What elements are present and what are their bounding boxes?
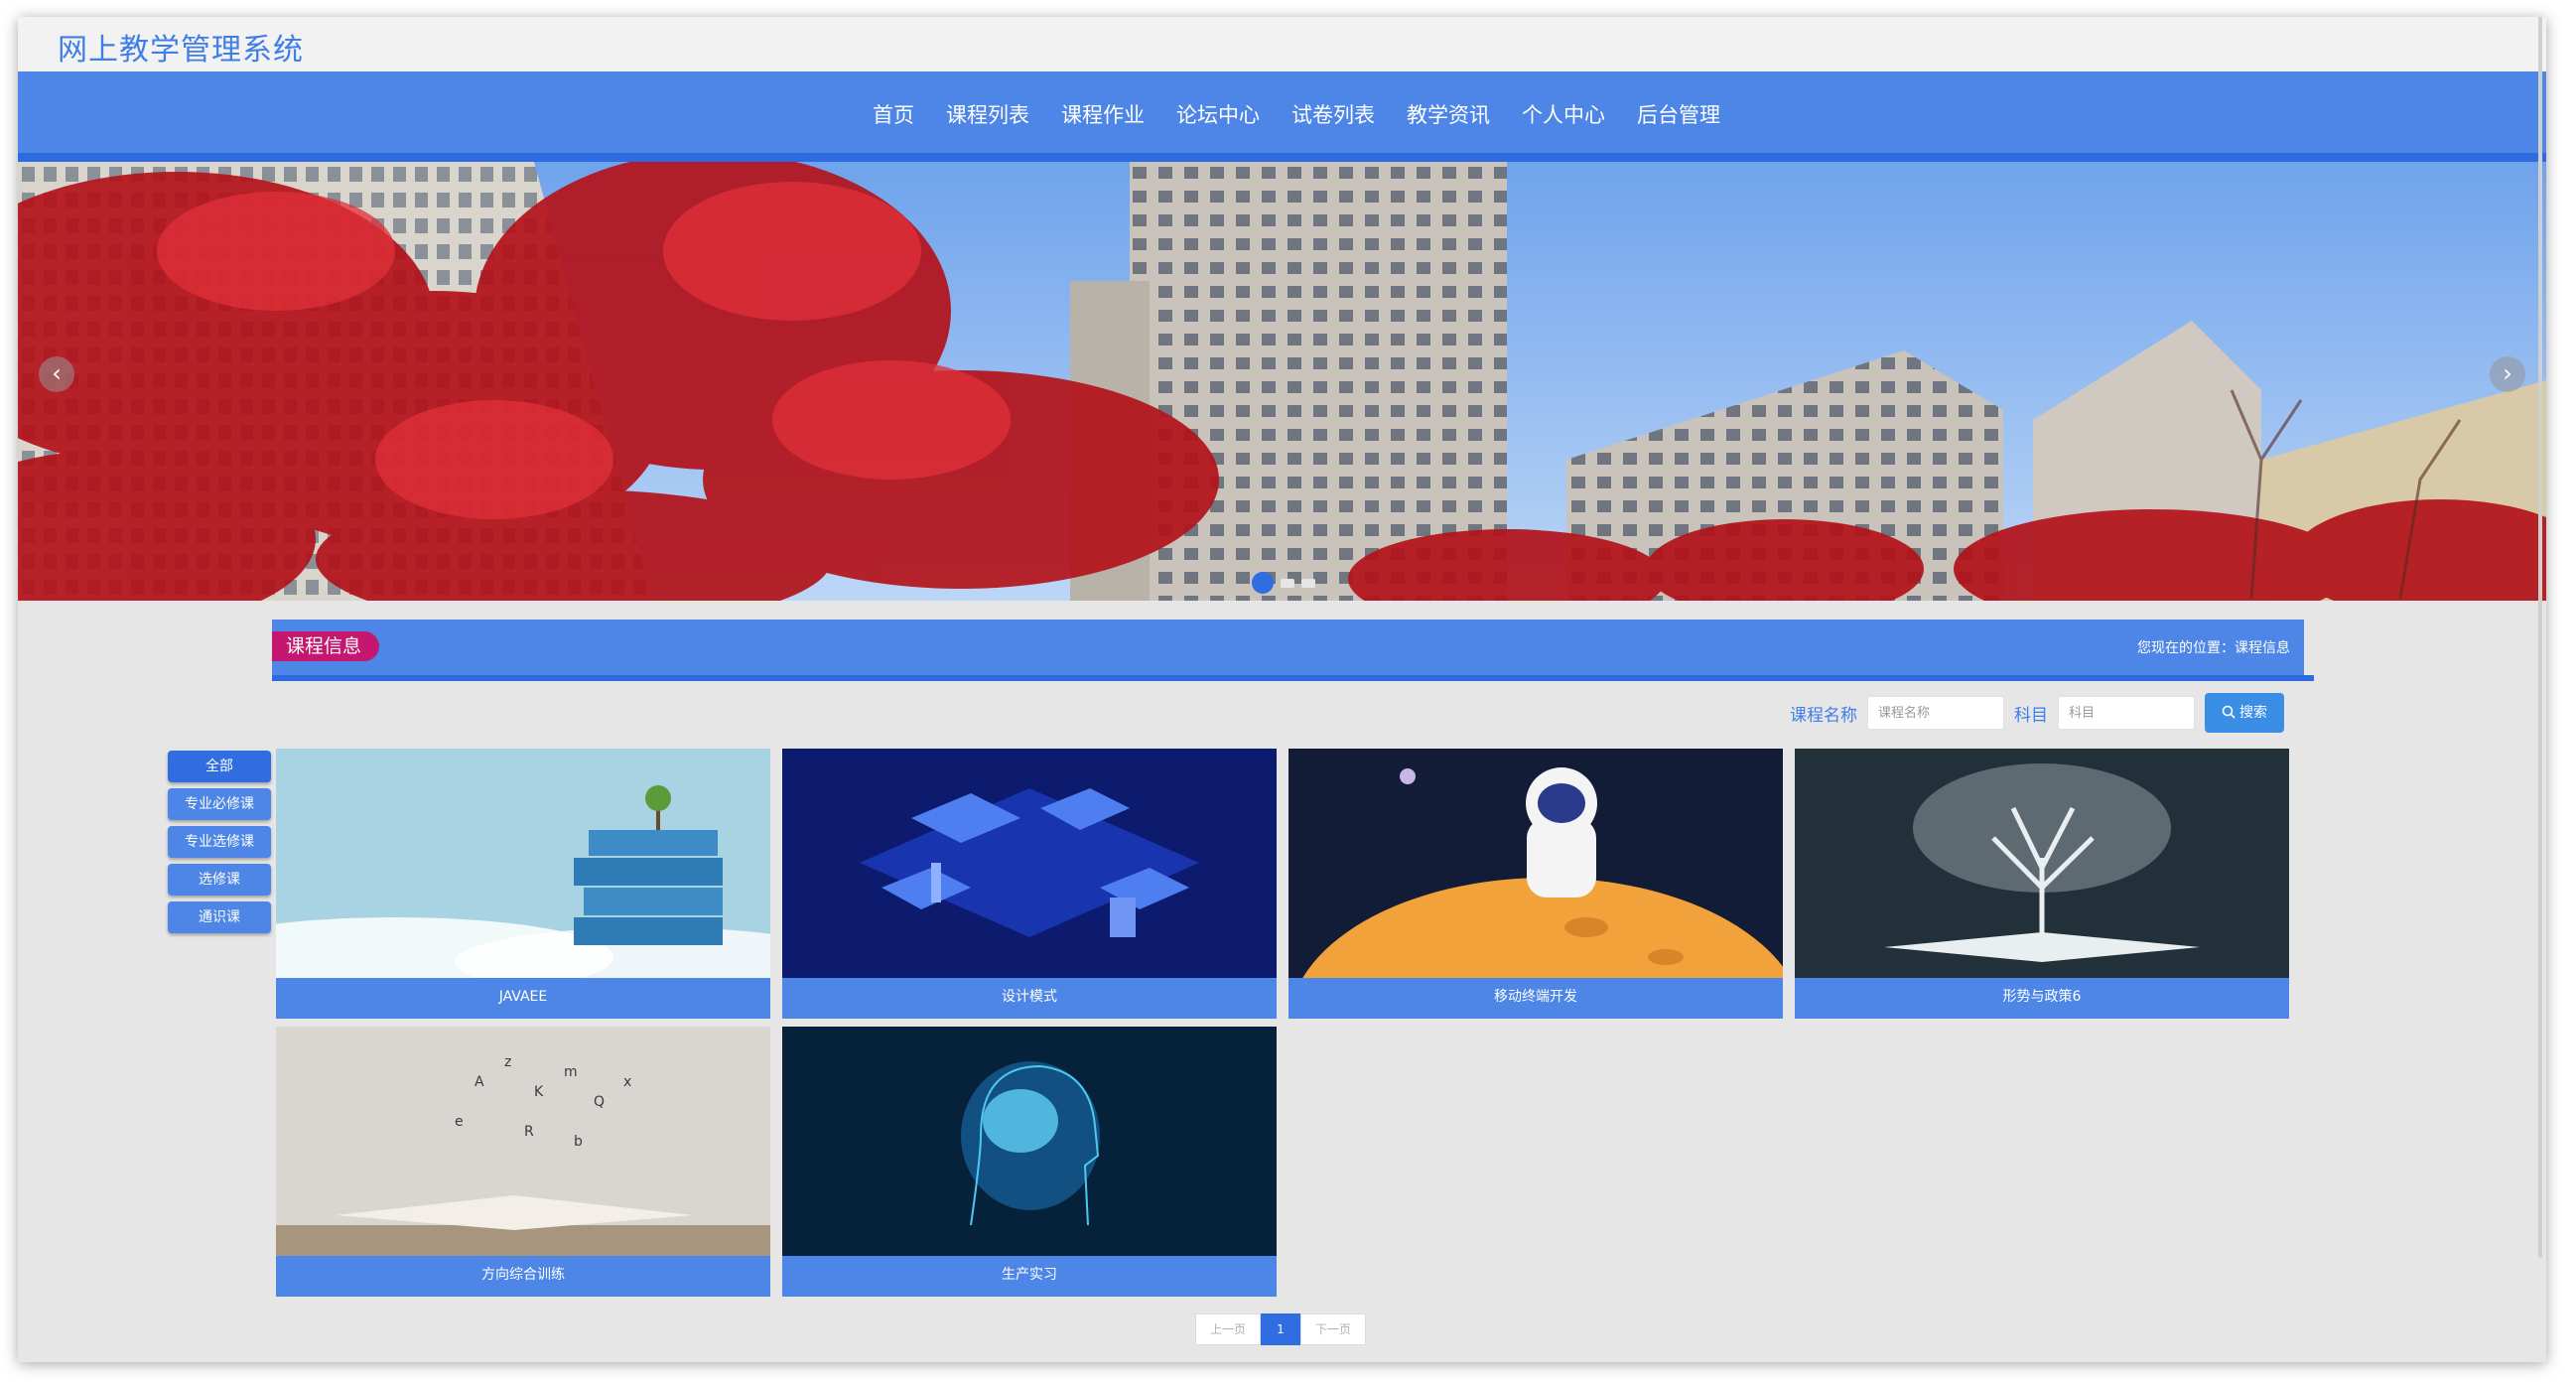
- category-all[interactable]: 全部: [168, 751, 271, 782]
- category-list: 全部 专业必修课 专业选修课 选修课 通识课: [168, 751, 271, 939]
- svg-text:K: K: [534, 1084, 544, 1100]
- next-page-button[interactable]: 下一页: [1300, 1313, 1366, 1345]
- course-card[interactable]: 设计模式: [782, 749, 1277, 1019]
- course-card[interactable]: Az K mQe Rb x 方向综合训练: [276, 1027, 770, 1297]
- svg-text:m: m: [564, 1064, 578, 1080]
- course-card[interactable]: 形势与政策6: [1795, 749, 2289, 1019]
- subject-label: 科目: [2014, 705, 2048, 726]
- course-title: JAVAEE: [276, 978, 770, 1019]
- browser-window: 网上教学管理系统 首页 课程列表 课程作业 论坛中心 试卷列表 教学资讯 个人中…: [18, 17, 2546, 1362]
- course-thumbnail: [782, 1027, 1277, 1256]
- course-title: 方向综合训练: [276, 1256, 770, 1297]
- category-major-required[interactable]: 专业必修课: [168, 788, 271, 820]
- carousel-dot-3[interactable]: [1301, 578, 1315, 588]
- course-card[interactable]: 生产实习: [782, 1027, 1277, 1297]
- course-name-input[interactable]: 课程名称: [1867, 696, 2004, 730]
- main-navbar: 首页 课程列表 课程作业 论坛中心 试卷列表 教学资讯 个人中心 后台管理: [18, 71, 2546, 162]
- banner-image: [18, 162, 2546, 601]
- nav-menu: 首页 课程列表 课程作业 论坛中心 试卷列表 教学资讯 个人中心 后台管理: [873, 99, 1752, 129]
- svg-text:e: e: [455, 1114, 464, 1130]
- course-thumbnail: [782, 749, 1277, 978]
- breadcrumb: 您现在的位置：课程信息: [2137, 640, 2290, 656]
- nav-exam-list[interactable]: 试卷列表: [1291, 99, 1375, 129]
- course-thumbnail: Az K mQe Rb x: [276, 1027, 770, 1256]
- prev-page-button[interactable]: 上一页: [1195, 1313, 1261, 1345]
- search-button-label: 搜索: [2239, 705, 2267, 721]
- page-1-button[interactable]: 1: [1261, 1313, 1300, 1345]
- svg-text:R: R: [524, 1124, 534, 1140]
- nav-forum[interactable]: 论坛中心: [1176, 99, 1260, 129]
- course-name-label: 课程名称: [1790, 705, 1857, 726]
- carousel-indicators: [1252, 572, 1322, 594]
- nav-personal-center[interactable]: 个人中心: [1522, 99, 1605, 129]
- carousel-dot-1[interactable]: [1252, 572, 1274, 594]
- nav-admin[interactable]: 后台管理: [1637, 99, 1720, 129]
- course-title: 形势与政策6: [1795, 978, 2289, 1019]
- section-header: 课程信息 您现在的位置：课程信息: [272, 620, 2314, 681]
- carousel-dot-2[interactable]: [1281, 578, 1294, 588]
- course-thumbnail: [1288, 749, 1783, 978]
- course-card[interactable]: JAVAEE: [276, 749, 770, 1019]
- course-title: 生产实习: [782, 1256, 1277, 1297]
- banner-prev-button[interactable]: ‹: [39, 356, 74, 392]
- nav-course-list[interactable]: 课程列表: [946, 99, 1029, 129]
- category-major-elective[interactable]: 专业选修课: [168, 826, 271, 858]
- category-general[interactable]: 通识课: [168, 901, 271, 933]
- course-title: 移动终端开发: [1288, 978, 1783, 1019]
- nav-course-homework[interactable]: 课程作业: [1061, 99, 1145, 129]
- svg-text:x: x: [623, 1074, 631, 1090]
- vertical-scrollbar[interactable]: [2538, 17, 2542, 1258]
- svg-text:A: A: [475, 1074, 484, 1090]
- svg-text:Q: Q: [594, 1094, 605, 1110]
- category-elective[interactable]: 选修课: [168, 864, 271, 896]
- course-title: 设计模式: [782, 978, 1277, 1019]
- svg-text:z: z: [504, 1054, 511, 1070]
- search-icon: [2222, 705, 2236, 719]
- pagination: 上一页 1 下一页: [1195, 1313, 1366, 1345]
- banner-carousel[interactable]: ‹ ›: [18, 162, 2546, 601]
- search-bar: 课程名称 课程名称 科目 科目 搜索: [1790, 693, 2284, 733]
- nav-home[interactable]: 首页: [873, 99, 914, 129]
- search-button[interactable]: 搜索: [2205, 693, 2284, 733]
- course-thumbnail: [276, 749, 770, 978]
- banner-next-button[interactable]: ›: [2490, 356, 2525, 392]
- subject-input[interactable]: 科目: [2058, 696, 2195, 730]
- course-card[interactable]: 移动终端开发: [1288, 749, 1783, 1019]
- nav-teaching-news[interactable]: 教学资讯: [1407, 99, 1490, 129]
- section-tag: 课程信息: [272, 631, 380, 661]
- site-title[interactable]: 网上教学管理系统: [58, 25, 304, 69]
- top-bar: 网上教学管理系统: [18, 17, 2546, 71]
- svg-text:b: b: [574, 1134, 583, 1150]
- course-thumbnail: [1795, 749, 2289, 978]
